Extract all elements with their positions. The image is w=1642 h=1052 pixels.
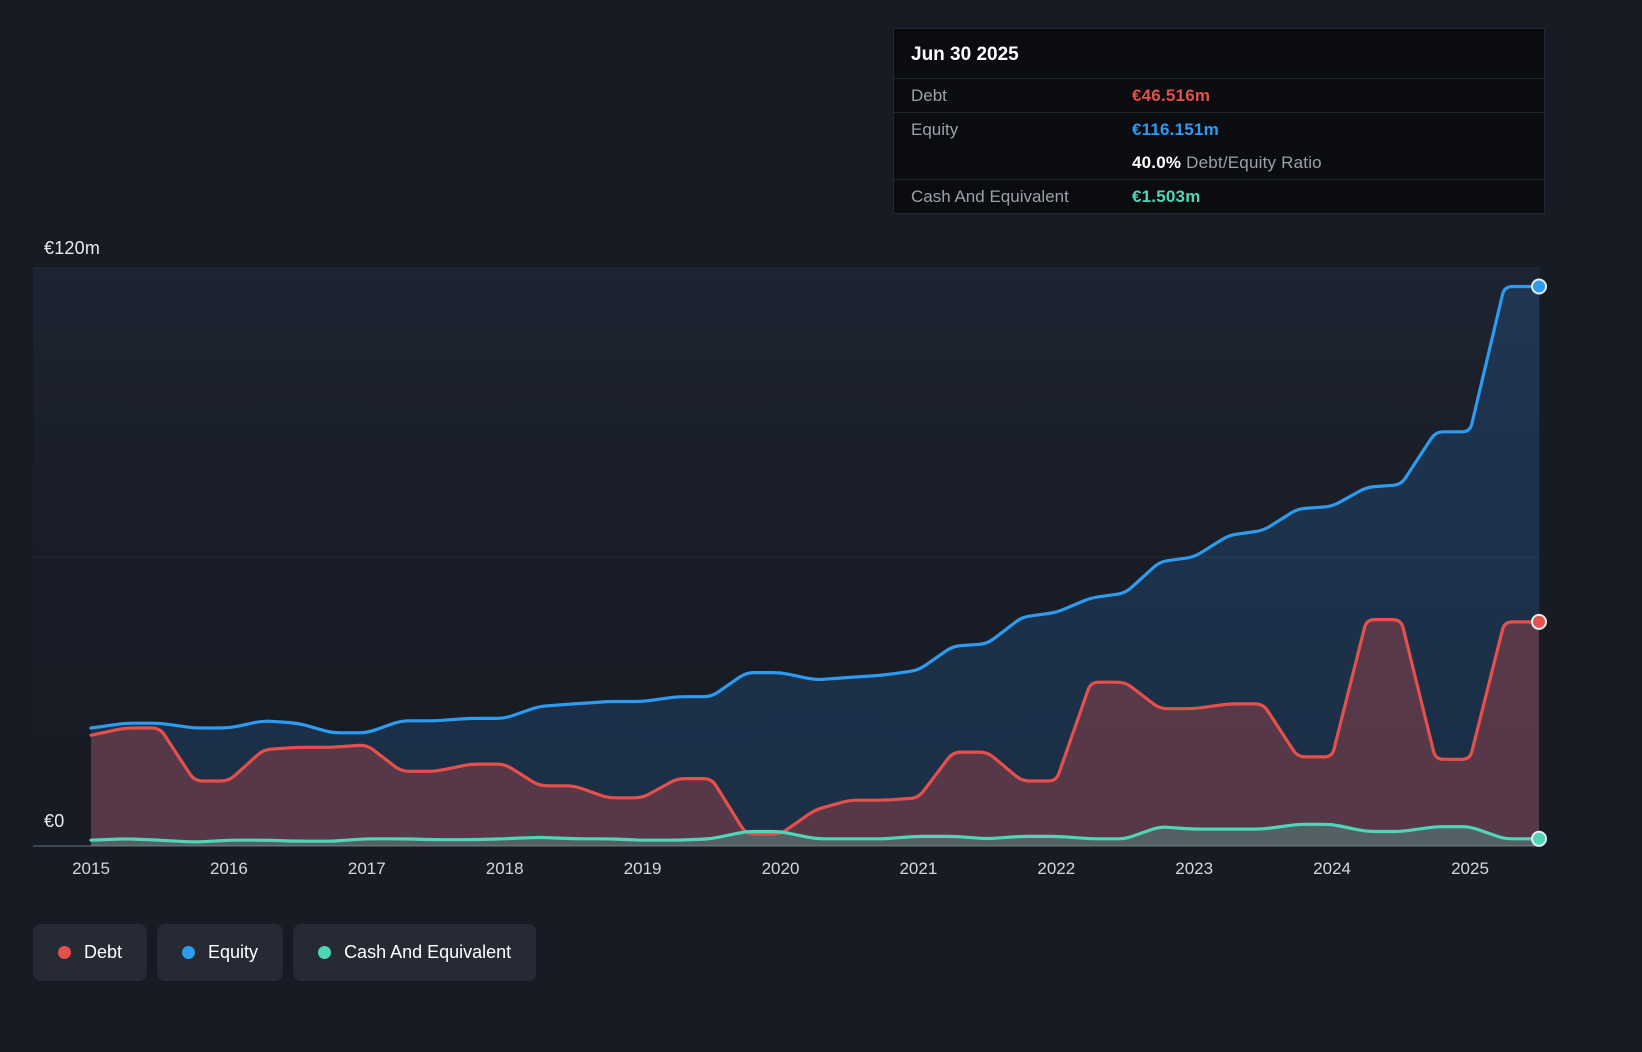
legend: Debt Equity Cash And Equivalent [33,924,537,981]
tooltip-row-debt: Debt €46.516m [894,78,1544,112]
legend-debt-label: Debt [84,942,123,962]
legend-item-debt[interactable]: Debt [33,924,148,981]
equity-endpoint-marker [1531,278,1547,295]
legend-item-equity[interactable]: Equity [157,924,284,981]
x-axis-label-2015: 2015 [72,859,110,878]
tooltip-debt-label: Debt [911,85,947,105]
debt-equity-ratio-number: 40.0% [1132,152,1182,172]
tooltip-ratio-value: 40.0% Debt/Equity Ratio [1132,153,1322,173]
x-axis-label-2022: 2022 [1037,859,1076,878]
x-axis-label-2016: 2016 [209,859,248,878]
tooltip-cash-label: Cash And Equivalent [911,186,1069,206]
tooltip-equity-label: Equity [911,119,959,139]
cash-and-equivalent-endpoint-marker [1531,830,1547,847]
legend-cash-label: Cash And Equivalent [344,942,512,962]
legend-item-cash[interactable]: Cash And Equivalent [293,924,537,981]
debt-dot-icon [58,946,71,959]
tooltip-row-ratio: 40.0% Debt/Equity Ratio [894,146,1544,179]
debt-equity-ratio-label: Debt/Equity Ratio [1186,152,1322,172]
tooltip-row-equity: Equity €116.151m [894,112,1544,146]
x-axis-label-2024: 2024 [1313,859,1352,878]
tooltip-date: Jun 30 2025 [911,44,1019,65]
x-axis-label-2018: 2018 [485,859,524,878]
tooltip-card: Jun 30 2025 Debt €46.516m Equity €116.15… [893,28,1545,214]
x-axis-label-2019: 2019 [623,859,662,878]
y-axis-label-max: €120m [44,238,101,258]
tooltip-row-cash: Cash And Equivalent €1.503m [894,179,1544,213]
x-axis: 2015 2016 2017 2018 2019 2020 2021 2022 2023 2024… [0,859,1642,885]
tooltip-cash-value: €1.503m [1132,186,1201,206]
x-axis-label-2025: 2025 [1451,859,1489,878]
x-axis-label-2021: 2021 [899,859,938,878]
x-axis-label-2020: 2020 [761,859,800,878]
y-axis-label-zero: €0 [44,811,65,831]
debt-endpoint-marker [1531,613,1547,630]
cash-dot-icon [318,946,332,959]
x-axis-label-2023: 2023 [1175,859,1214,878]
legend-equity-label: Equity [208,942,259,962]
equity-dot-icon [182,946,196,959]
chart-panel: €120m €0 2015 2016 2017 2018 2019 2020 2021 202… [0,0,1642,1052]
x-axis-label-2017: 2017 [347,859,386,878]
tooltip-debt-value: €46.516m [1132,85,1211,105]
tooltip-equity-value: €116.151m [1132,119,1219,139]
